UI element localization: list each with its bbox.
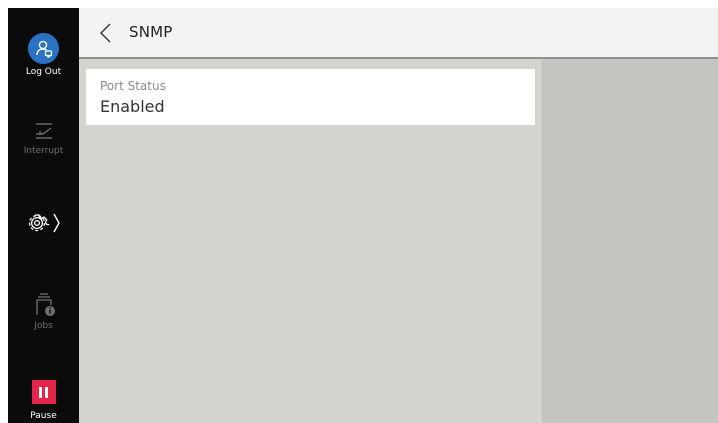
jobs-info-icon	[8, 291, 79, 321]
logout-button[interactable]: Log Out	[8, 33, 79, 78]
side-nav-rail: Log Out Interrupt Jobs Pause	[8, 8, 79, 423]
interrupt-icon	[8, 120, 79, 146]
settings-list-panel: Port Status Enabled	[79, 59, 542, 423]
jobs-label: Jobs	[34, 321, 53, 331]
page-title: SNMP	[129, 23, 173, 41]
port-status-item[interactable]: Port Status Enabled	[86, 69, 535, 125]
chevron-left-icon	[100, 23, 111, 43]
pause-label: Pause	[30, 411, 57, 421]
port-status-label: Port Status	[100, 79, 166, 93]
detail-panel	[542, 59, 718, 423]
pause-button[interactable]: Pause	[8, 380, 79, 422]
back-button[interactable]	[96, 21, 116, 45]
screen: Log Out Interrupt Jobs Pause SNMP Port S…	[0, 0, 718, 423]
pause-icon	[31, 380, 56, 404]
port-status-value: Enabled	[100, 97, 165, 116]
page-header: SNMP	[79, 8, 718, 59]
jobs-button[interactable]: Jobs	[8, 291, 79, 332]
gear-icon	[28, 213, 60, 233]
chevron-right-icon	[52, 213, 60, 233]
logout-label: Log Out	[25, 67, 62, 77]
interrupt-button[interactable]: Interrupt	[8, 120, 79, 157]
settings-button[interactable]	[8, 209, 79, 241]
user-logout-icon	[28, 33, 59, 64]
interrupt-label: Interrupt	[23, 146, 64, 156]
